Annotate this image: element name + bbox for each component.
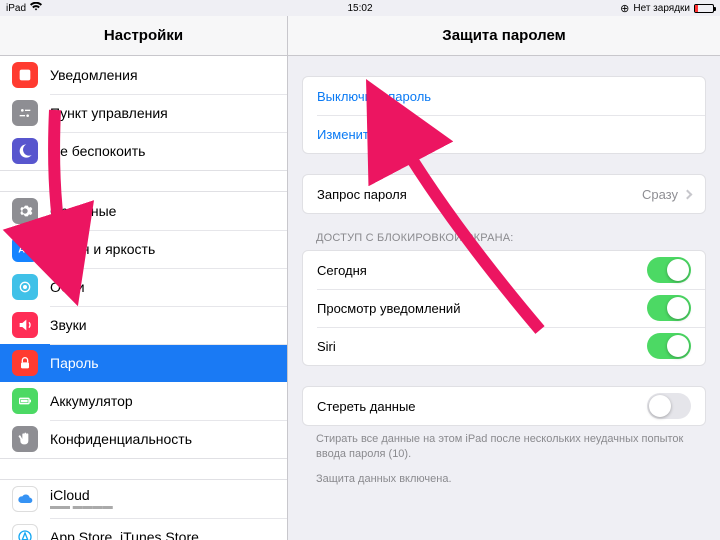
sidebar-item-lock[interactable]: Пароль [0,344,287,382]
sidebar-item-label: Не беспокоить [50,143,145,159]
chevron-right-icon [683,189,693,199]
sidebar-item-battery[interactable]: Аккумулятор [0,382,287,420]
sidebar-item-label: Пароль [50,355,99,371]
sidebar-item-label: Экран и яркость [50,241,155,257]
lock-row[interactable]: Siri [303,327,705,365]
gear-icon [12,198,38,224]
sidebar-item-moon[interactable]: Не беспокоить [0,132,287,170]
appstore-icon [12,524,38,540]
require-passcode-row[interactable]: Запрос пароля Сразу [303,175,705,213]
sound-icon [12,312,38,338]
sidebar-item-notification[interactable]: Уведомления [0,56,287,94]
turn-off-passcode[interactable]: Выключить пароль [303,77,705,115]
wallpaper-icon [12,274,38,300]
display-icon: AA [12,236,38,262]
moon-icon [12,138,38,164]
erase-footer: Стирать все данные на этом iPad после не… [302,426,706,468]
sidebar-item-wallpaper[interactable]: Обои [0,268,287,306]
sidebar-item-label: Основные [50,203,116,219]
cloud-icon [12,486,38,512]
change-passcode[interactable]: Изменить пароль [303,115,705,153]
erase-data-row[interactable]: Стереть данные [303,387,705,425]
toggle[interactable] [647,295,691,321]
lock-row[interactable]: Просмотр уведомлений [303,289,705,327]
sidebar-item-label: Пункт управления [50,105,168,121]
sidebar-item-display[interactable]: AA Экран и яркость [0,230,287,268]
battery-icon [694,4,714,13]
sidebar-item-label: iCloud▬▬ ▬▬▬▬ [50,487,113,512]
password-actions-group: Выключить пароль Изменить пароль [302,76,706,154]
battery-icon [12,388,38,414]
toggle[interactable] [647,257,691,283]
svg-text:AA: AA [18,244,32,254]
lock-access-header: ДОСТУП С БЛОКИРОВКОЙ ЭКРАНА: [302,214,706,250]
sidebar-item-cloud[interactable]: iCloud▬▬ ▬▬▬▬ [0,480,287,518]
hand-icon [12,426,38,452]
erase-group: Стереть данные [302,386,706,426]
detail-pane[interactable]: Выключить пароль Изменить пароль Запрос … [288,56,720,540]
sidebar-item-sound[interactable]: Звуки [0,306,287,344]
sidebar[interactable]: Уведомления Пункт управления Не беспокоить… [0,56,288,540]
clock: 15:02 [6,3,714,14]
lock-access-group: СегодняПросмотр уведомленийSiri [302,250,706,366]
sidebar-item-appstore[interactable]: App Store, iTunes Store [0,518,287,540]
sidebar-item-label: Обои [50,279,85,295]
sidebar-item-control-center[interactable]: Пункт управления [0,94,287,132]
lock-row[interactable]: Сегодня [303,251,705,289]
sidebar-item-hand[interactable]: Конфиденциальность [0,420,287,458]
control-center-icon [12,100,38,126]
charge-text: Нет зарядки [633,3,690,14]
sidebar-item-gear[interactable]: Основные [0,192,287,230]
detail-title: Защита паролем [288,16,720,55]
notification-icon [12,62,38,88]
sidebar-item-label: App Store, iTunes Store [50,529,199,540]
wifi-icon [30,2,42,14]
sidebar-item-label: Аккумулятор [50,393,133,409]
sidebar-title: Настройки [0,16,288,55]
sidebar-item-label: Уведомления [50,67,138,83]
lock-icon [12,350,38,376]
protection-footer: Защита данных включена. [302,468,706,493]
header-bar: Настройки Защита паролем [0,16,720,56]
device-name: iPad [6,3,26,14]
sidebar-item-label: Звуки [50,317,87,333]
sidebar-item-label: Конфиденциальность [50,431,192,447]
toggle[interactable] [647,333,691,359]
status-bar: iPad 15:02 ⊕ Нет зарядки [0,0,720,16]
require-passcode-group: Запрос пароля Сразу [302,174,706,214]
erase-toggle[interactable] [647,393,691,419]
